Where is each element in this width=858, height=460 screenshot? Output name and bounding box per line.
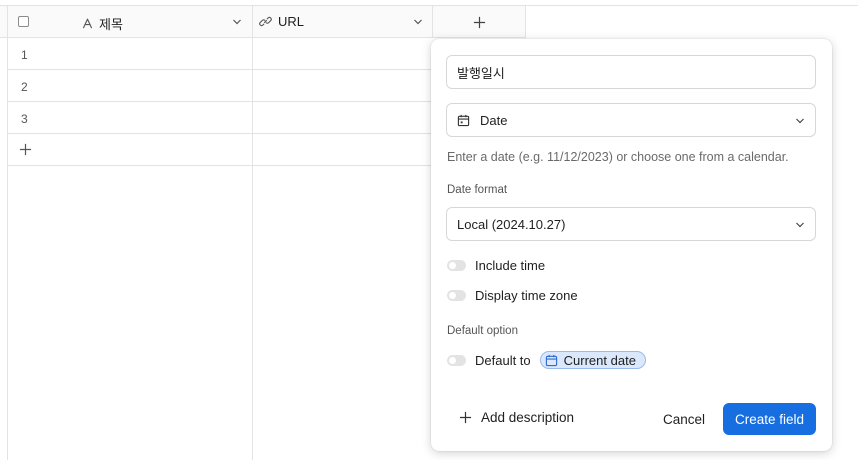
plus-icon[interactable]	[19, 143, 32, 156]
row-number: 3	[21, 112, 28, 126]
column-divider	[7, 38, 8, 460]
calendar-icon	[457, 114, 470, 126]
text-type-icon	[82, 18, 93, 29]
field-type-select[interactable]: Date	[446, 103, 816, 137]
default-to-row: Default to Current date	[447, 351, 646, 369]
chevron-down-icon	[796, 118, 804, 124]
header-divider	[526, 5, 858, 6]
plus-icon	[473, 16, 485, 28]
calendar-icon	[545, 354, 557, 366]
chevron-down-icon[interactable]	[232, 17, 242, 27]
include-time-toggle[interactable]	[447, 260, 466, 271]
add-row-cell[interactable]	[7, 134, 253, 165]
column-title-name: 제목	[99, 17, 123, 32]
default-to-toggle[interactable]	[447, 354, 466, 366]
add-column-button[interactable]	[433, 6, 526, 38]
grid-header: 제목 URL	[0, 5, 526, 38]
default-option-label: Default option	[447, 325, 518, 337]
table-row[interactable]: 2	[7, 70, 433, 102]
column-title-label: 제목	[82, 14, 123, 33]
current-date-chip-label: Current date	[563, 352, 636, 368]
field-name-input[interactable]	[446, 55, 816, 89]
link-icon	[259, 16, 272, 27]
cell-title[interactable]	[7, 70, 253, 101]
plus-icon	[459, 411, 472, 424]
row-number: 2	[21, 80, 28, 94]
current-date-chip[interactable]: Current date	[539, 351, 646, 369]
row-number: 1	[21, 48, 28, 62]
chevron-down-icon	[796, 222, 804, 228]
table-row[interactable]: 1	[7, 38, 433, 70]
date-format-label: Date format	[447, 184, 508, 196]
cancel-button[interactable]: Cancel	[653, 403, 715, 435]
add-description-label: Add description	[481, 410, 575, 425]
field-config-panel: Date Enter a date (e.g. 11/12/2023) or c…	[431, 39, 832, 451]
cell-title[interactable]	[7, 102, 253, 133]
add-row[interactable]	[7, 134, 433, 166]
create-field-button[interactable]: Create field	[723, 403, 816, 435]
include-time-row: Include time	[447, 258, 545, 273]
cell-title[interactable]	[7, 38, 253, 69]
field-type-help-text: Enter a date (e.g. 11/12/2023) or choose…	[447, 150, 789, 164]
display-time-zone-toggle[interactable]	[447, 290, 466, 301]
column-divider	[252, 165, 253, 460]
add-description-button[interactable]: Add description	[459, 410, 574, 425]
column-url-name: URL	[278, 14, 305, 29]
date-format-value: Local (2024.10.27)	[457, 216, 566, 232]
include-time-label: Include time	[475, 258, 546, 273]
display-time-zone-label: Display time zone	[475, 288, 578, 303]
column-url-label: URL	[259, 14, 304, 29]
date-format-select[interactable]: Local (2024.10.27)	[446, 207, 816, 241]
default-to-label: Default to	[475, 352, 531, 368]
chevron-down-icon[interactable]	[413, 17, 423, 27]
table-row[interactable]: 3	[7, 102, 433, 134]
column-header-url[interactable]: URL	[253, 6, 433, 38]
column-header-title[interactable]: 제목	[7, 6, 253, 38]
display-time-zone-row: Display time zone	[447, 288, 578, 303]
field-type-label: Date	[480, 112, 508, 128]
